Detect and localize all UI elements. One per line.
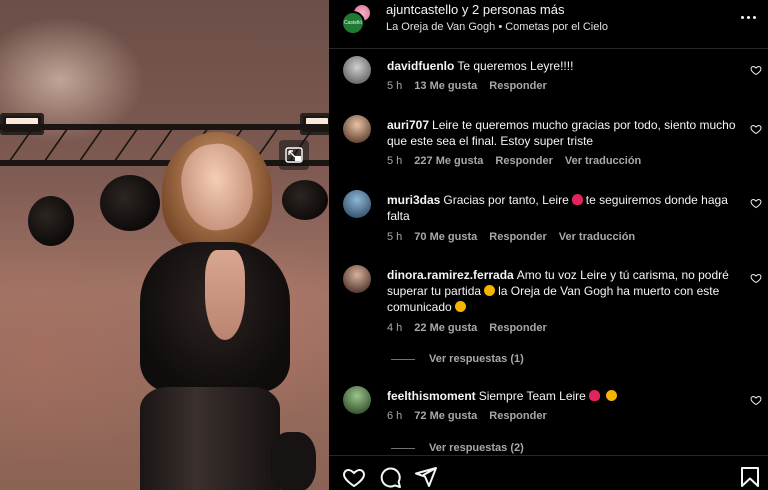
comment-username[interactable]: muri3das (387, 193, 440, 207)
comment-text: Siempre Team Leire (478, 389, 586, 403)
avatar[interactable] (343, 386, 371, 414)
comment-text: Gracias por tanto, Leire (443, 193, 569, 207)
comment-body: muri3das Gracias por tanto, Leire te segui… (387, 192, 737, 224)
crying-face-emoji-icon (454, 301, 466, 312)
singer-neckline (205, 250, 245, 340)
comment-time: 6 h (387, 410, 403, 422)
comment-meta: 6 h 72 Me gusta Responder (387, 410, 559, 422)
comment-body: dinora.ramirez.ferrada Amo tu voz Leire y… (387, 267, 737, 315)
singer-figure (120, 132, 320, 490)
avatar[interactable] (343, 265, 371, 293)
post-actions-bar (329, 455, 768, 490)
post-authors[interactable]: ajuntcastello y 2 personas más (386, 2, 564, 17)
comment-likes[interactable]: 22 Me gusta (414, 322, 477, 334)
view-replies-label: Ver respuestas (2) (429, 442, 524, 454)
comment-list[interactable]: davidfuenlo Te queremos Leyre!!!! 5 h 13 M… (329, 50, 768, 455)
reply-button[interactable]: Responder (489, 322, 546, 334)
comment-time: 4 h (387, 322, 403, 334)
avatar[interactable]: Castelló (341, 11, 365, 35)
heart-icon[interactable] (750, 123, 762, 135)
view-replies-label: Ver respuestas (1) (429, 353, 524, 365)
view-replies-button[interactable]: Ver respuestas (2) (391, 442, 524, 454)
comment-meta: 4 h 22 Me gusta Responder (387, 322, 559, 334)
comment-username[interactable]: auri707 (387, 118, 429, 132)
comment-time: 5 h (387, 80, 403, 92)
heart-icon[interactable] (750, 394, 762, 406)
translate-button[interactable]: Ver traducción (559, 231, 635, 243)
post-audio[interactable]: La Oreja de Van Gogh • Cometas por el Ci… (386, 21, 608, 33)
comment-body: auri707 Leire te queremos mucho gracias p… (387, 117, 737, 149)
comment-text: Leire te queremos mucho gracias por todo… (387, 118, 736, 148)
stage-truss (44, 130, 68, 160)
comment-username[interactable]: dinora.ramirez.ferrada (387, 268, 514, 282)
expand-icon[interactable] (279, 140, 309, 170)
heart-icon[interactable] (750, 197, 762, 209)
singer-glove (270, 432, 316, 490)
share-icon[interactable] (414, 465, 438, 489)
avatar[interactable] (343, 190, 371, 218)
sad-face-emoji-icon (484, 285, 496, 296)
comments-panel: Castelló ajuntcastello y 2 personas más … (329, 0, 768, 490)
view-replies-button[interactable]: Ver respuestas (1) (391, 353, 524, 365)
comment-likes[interactable]: 13 Me gusta (414, 80, 477, 92)
comment-text: Te queremos Leyre!!!! (457, 59, 574, 73)
more-options-icon[interactable] (737, 9, 759, 25)
reply-button[interactable]: Responder (489, 410, 546, 422)
heart-emoji-icon (571, 194, 583, 205)
reply-button[interactable]: Responder (489, 231, 546, 243)
replies-divider (391, 358, 415, 360)
comment-likes[interactable]: 72 Me gusta (414, 410, 477, 422)
reply-button[interactable]: Responder (495, 155, 552, 167)
comment-icon[interactable] (378, 465, 402, 489)
avatar-badge-text: Castelló (343, 20, 363, 26)
comment-likes[interactable]: 70 Me gusta (414, 231, 477, 243)
stage-spotlight (28, 196, 74, 246)
stage-truss (0, 124, 329, 130)
singer-pants (140, 387, 280, 490)
replies-divider (391, 447, 415, 449)
comment-body: feelthismoment Siempre Team Leire (387, 388, 737, 404)
comment-meta: 5 h 227 Me gusta Responder Ver traducción (387, 155, 653, 167)
comment-username[interactable]: davidfuenlo (387, 59, 454, 73)
comment-username[interactable]: feelthismoment (387, 389, 476, 403)
heart-emoji-icon (588, 390, 600, 401)
heart-icon[interactable] (342, 465, 366, 489)
translate-button[interactable]: Ver traducción (565, 155, 641, 167)
comment-meta: 5 h 13 Me gusta Responder (387, 80, 559, 92)
avatar[interactable] (343, 115, 371, 143)
reply-button[interactable]: Responder (489, 80, 546, 92)
comment-meta: 5 h 70 Me gusta Responder Ver traducción (387, 231, 647, 243)
comment-time: 5 h (387, 231, 403, 243)
comment-time: 5 h (387, 155, 403, 167)
author-avatars[interactable]: Castelló (341, 3, 373, 35)
post-media[interactable] (0, 0, 329, 490)
avatar[interactable] (343, 56, 371, 84)
post-header: Castelló ajuntcastello y 2 personas más … (329, 0, 768, 49)
heart-icon[interactable] (750, 272, 762, 284)
clapping-hands-emoji-icon (605, 390, 617, 401)
comment-body: davidfuenlo Te queremos Leyre!!!! (387, 58, 737, 74)
comment-likes[interactable]: 227 Me gusta (414, 155, 483, 167)
bookmark-icon[interactable] (738, 465, 762, 489)
stage-truss (79, 130, 103, 160)
heart-icon[interactable] (750, 64, 762, 76)
